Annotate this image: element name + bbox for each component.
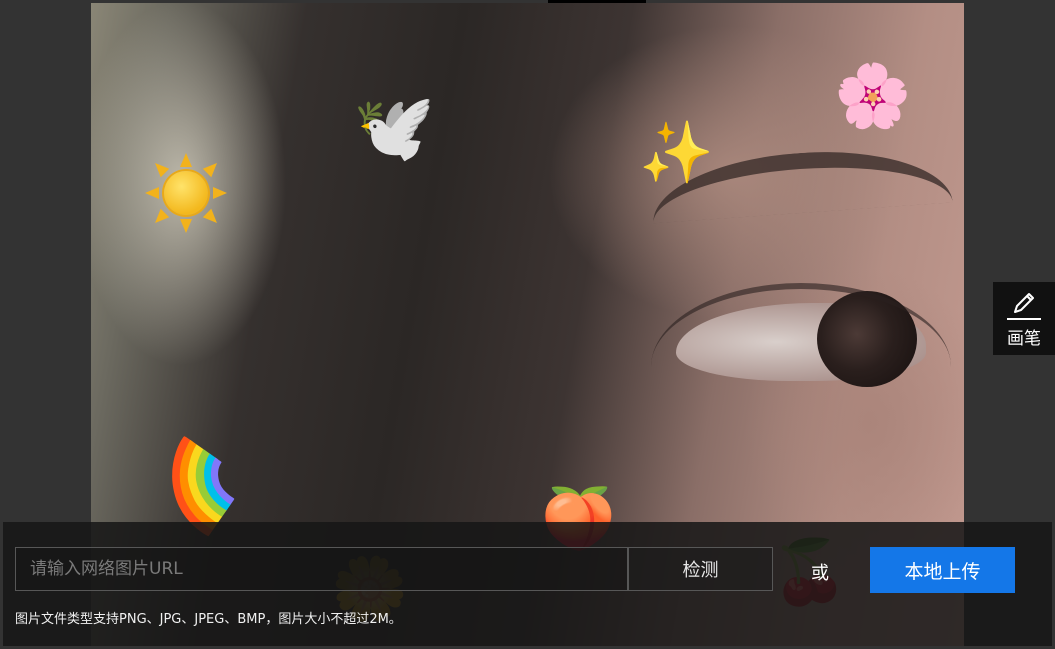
pen-underline bbox=[1007, 318, 1041, 320]
upload-bar: 检测 或 本地上传 图片文件类型支持PNG、JPG、JPEG、BMP，图片大小不… bbox=[3, 522, 1052, 646]
local-upload-label: 本地上传 bbox=[904, 560, 981, 583]
local-upload-button[interactable]: 本地上传 bbox=[870, 547, 1015, 593]
pen-label: 画笔 bbox=[1007, 329, 1041, 349]
flower-sticker-icon[interactable]: 🌸 bbox=[834, 65, 911, 127]
detect-button-label: 检测 bbox=[682, 560, 719, 581]
sparkles-sticker-icon[interactable]: ✨ bbox=[639, 123, 714, 183]
pen-tool-button[interactable]: 画笔 bbox=[993, 282, 1055, 355]
image-url-input[interactable] bbox=[15, 547, 628, 591]
file-type-hint: 图片文件类型支持PNG、JPG、JPEG、BMP，图片大小不超过2M。 bbox=[15, 612, 402, 627]
sun-sticker-icon[interactable] bbox=[145, 153, 227, 233]
detect-button[interactable]: 检测 bbox=[628, 547, 773, 591]
photo-eyelid bbox=[651, 283, 951, 409]
pencil-icon bbox=[1014, 293, 1034, 313]
or-label: 或 bbox=[811, 563, 829, 584]
dove-sticker-icon[interactable]: 🕊️ bbox=[353, 95, 435, 161]
